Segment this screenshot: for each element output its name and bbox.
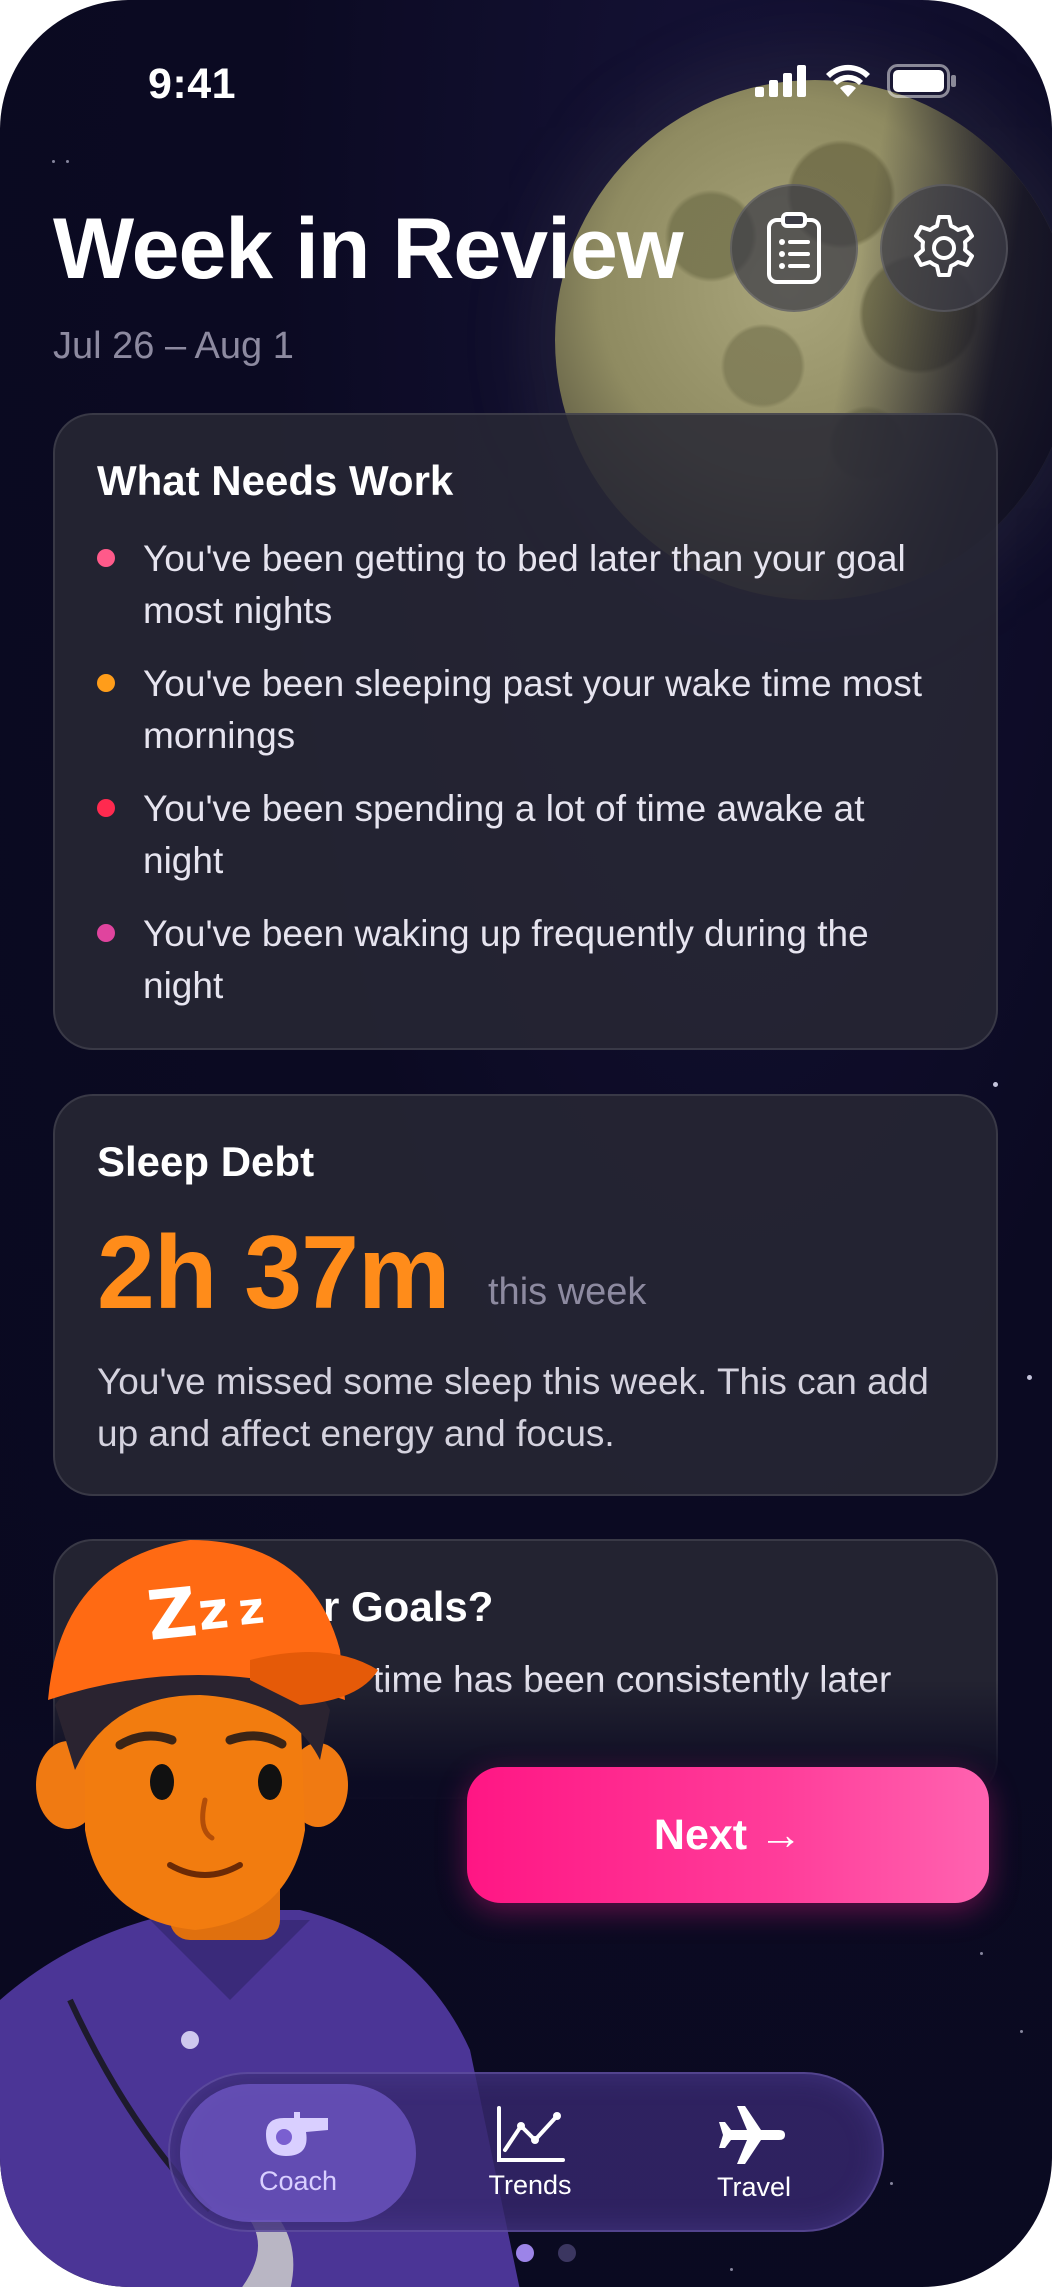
tab-travel[interactable]: Travel — [636, 2084, 872, 2222]
clipboard-list-icon — [767, 212, 821, 284]
date-range: Jul 26 – Aug 1 — [53, 325, 294, 367]
svg-text:Z: Z — [144, 1573, 201, 1657]
sleep-debt-description: You've missed some sleep this week. This… — [97, 1361, 929, 1454]
tab-label: Coach — [258, 2165, 338, 2196]
list-item: You've been waking up frequently during … — [97, 908, 923, 1012]
phone-screen: 9:41 Week in Review Jul 26 – Aug 1 What … — [0, 0, 1052, 2287]
settings-button[interactable] — [880, 184, 1008, 312]
star — [52, 160, 55, 163]
gear-icon — [914, 215, 974, 277]
sleep-debt-card: Sleep Debt 2h 37m this week You've misse… — [53, 1094, 998, 1496]
status-dot — [97, 799, 115, 817]
list-item: You've been spending a lot of time awake… — [97, 783, 923, 887]
list-item-text: You've been spending a lot of time awake… — [143, 788, 865, 881]
next-button[interactable]: Next → — [467, 1767, 989, 1903]
tab-label: Trends — [488, 2169, 572, 2200]
list-item-text: You've been waking up frequently during … — [143, 913, 869, 1006]
status-dot — [97, 549, 115, 567]
needs-work-card: What Needs Work You've been getting to b… — [53, 413, 998, 1050]
status-dot — [97, 674, 115, 692]
tab-bar: Coach Trends Travel — [168, 2072, 884, 2232]
status-dot — [97, 924, 115, 942]
list-item: You've been getting to bed later than yo… — [97, 533, 923, 637]
star — [993, 1082, 998, 1087]
sleep-debt-unit: this week — [488, 1271, 647, 1313]
list-item-text: You've been sleeping past your wake time… — [143, 663, 923, 756]
status-time: 9:41 — [148, 60, 237, 108]
tab-trends[interactable]: Trends — [412, 2084, 648, 2222]
svg-text:z: z — [236, 1583, 267, 1636]
card-title: What Needs Work — [97, 457, 454, 504]
star — [1020, 2030, 1023, 2033]
star — [730, 2268, 733, 2271]
list-item-text: You've been getting to bed later than yo… — [143, 538, 906, 631]
whistle-icon — [266, 2111, 328, 2156]
airplane-icon — [719, 2105, 785, 2164]
star — [1027, 1375, 1032, 1380]
battery-icon — [887, 64, 956, 98]
page-title: Week in Review — [53, 201, 684, 297]
tab-label: Travel — [716, 2171, 791, 2202]
page-indicator[interactable] — [558, 2244, 576, 2262]
signal-icon — [755, 65, 806, 97]
line-chart-icon — [497, 2105, 565, 2162]
sleep-debt-value: 2h 37m — [97, 1215, 450, 1331]
wifi-icon — [826, 64, 870, 97]
list-item: You've been sleeping past your wake time… — [97, 658, 923, 762]
page-indicator-active[interactable] — [516, 2244, 534, 2262]
star — [66, 160, 69, 163]
card-title: Sleep Debt — [97, 1138, 315, 1185]
svg-text:z: z — [195, 1580, 231, 1643]
tab-coach[interactable]: Coach — [180, 2084, 416, 2222]
status-icons — [755, 64, 957, 98]
star — [980, 1952, 983, 1955]
star — [890, 2182, 893, 2185]
report-button[interactable] — [730, 184, 858, 312]
